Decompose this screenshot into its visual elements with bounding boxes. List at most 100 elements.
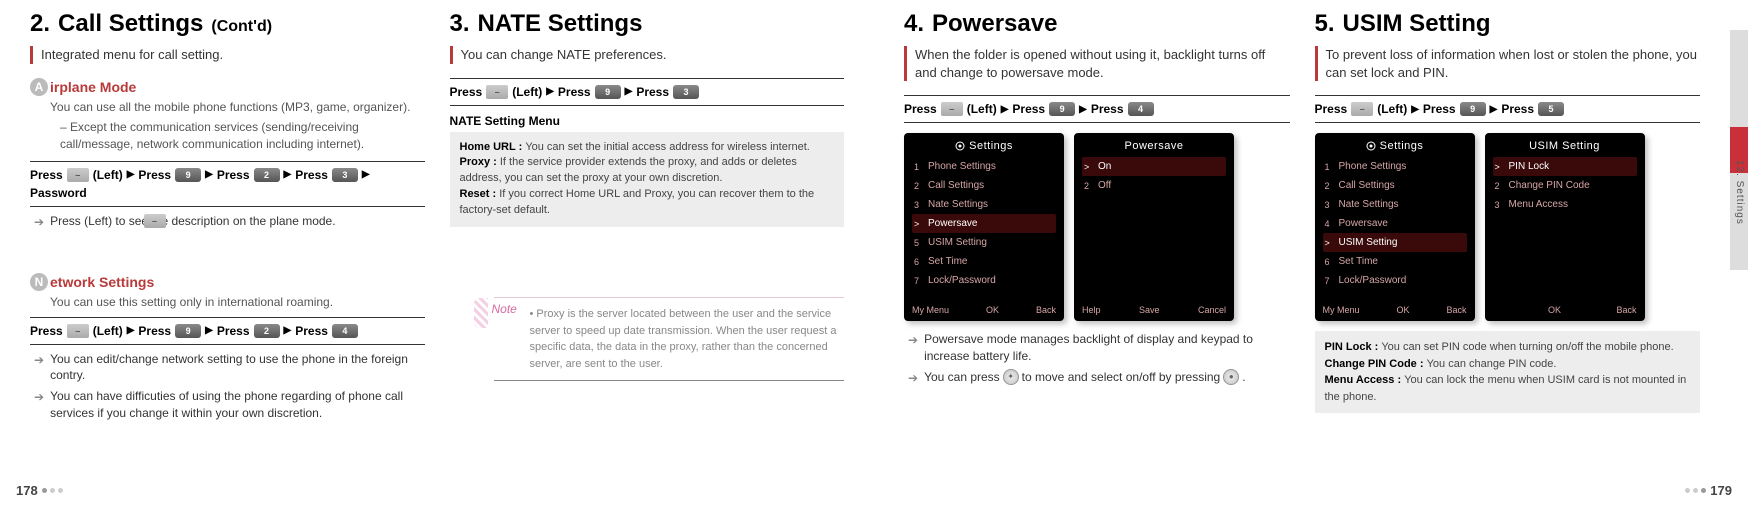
soft-key-icon: – — [67, 168, 89, 182]
phone-screen-powersave: Powersave >On2Off HelpSaveCancel — [1074, 133, 1234, 321]
press-label: Press — [217, 168, 250, 182]
key-9-icon: 9 — [175, 168, 201, 182]
network-bullet-1: ➔ You can edit/change network setting to… — [34, 351, 425, 385]
arrow-icon: ▶ — [205, 169, 213, 180]
key-5-icon: 5 — [1538, 102, 1564, 116]
press-label: Press — [1091, 102, 1124, 116]
network-press-line: Press – (Left) ▶ Press 9 ▶ Press 2 ▶ Pre… — [30, 324, 425, 338]
press-label: Press — [1501, 102, 1534, 116]
divider — [30, 206, 425, 207]
screen-list: >On2Off — [1074, 157, 1234, 299]
bullet-arrow-icon: ➔ — [908, 370, 918, 387]
usim-press-line: Press – (Left) ▶ Press 9 ▶ Press 5 — [1315, 102, 1701, 116]
airplane-press-line: Press – (Left) ▶ Press 9 ▶ Press 2 ▶ Pre… — [30, 168, 425, 200]
left-label: (Left) — [93, 168, 123, 182]
section-2-num: 2. — [30, 10, 50, 38]
page-number-left: 178 — [16, 483, 63, 498]
nav-key-icon: ● — [1223, 369, 1239, 385]
screen-list: 1Phone Settings2Call Settings3Nate Setti… — [1315, 157, 1475, 299]
note-block: Note • Proxy is the server located betwe… — [494, 297, 845, 381]
section-usim-setting: 5. USIM Setting To prevent loss of infor… — [1315, 10, 1719, 413]
press-label: Press — [1423, 102, 1456, 116]
arrow-icon: ▶ — [284, 169, 292, 180]
network-bullet-1-text: You can edit/change network setting to u… — [50, 351, 424, 385]
page-num-text: 178 — [16, 483, 38, 498]
network-badge: N — [30, 273, 48, 291]
soft-key-icon: – — [67, 324, 89, 338]
arrow-icon: ▶ — [1079, 104, 1087, 115]
airplane-mode-title: A irplane Mode — [30, 78, 425, 96]
screen-list-item: 2Call Settings — [912, 176, 1056, 195]
airplane-title-text: irplane Mode — [50, 79, 136, 95]
divider — [904, 122, 1290, 123]
arrow-icon: ▶ — [284, 325, 292, 336]
powersave-bullet-2: ➔ You can press ✦ to move and select on/… — [908, 369, 1290, 387]
note-text: • Proxy is the server located between th… — [500, 306, 839, 372]
screen-title: Settings — [1315, 137, 1475, 155]
page-number-right: 179 — [1685, 483, 1732, 498]
note-tab-icon — [474, 298, 488, 328]
phone-screen-usim: USIM Setting >PIN Lock2Change PIN Code3M… — [1485, 133, 1645, 321]
section-5-name: USIM Setting — [1343, 10, 1491, 38]
home-url-desc: You can set the initial access address f… — [525, 141, 810, 153]
screen-list-item: >PIN Lock — [1493, 157, 1637, 176]
network-settings-title: N etwork Settings — [30, 273, 425, 291]
press-label: Press — [138, 324, 171, 338]
key-3-icon: 3 — [673, 85, 699, 99]
home-url-label: Home URL : — [460, 141, 523, 153]
screen-title: USIM Setting — [1485, 137, 1645, 155]
side-tab — [1730, 30, 1748, 270]
section-4-name: Powersave — [932, 10, 1057, 38]
softkey-center: OK — [986, 305, 999, 315]
soft-key-icon: – — [486, 85, 508, 99]
screen-list-item: 2Off — [1082, 176, 1226, 195]
softkey-right: Back — [1616, 305, 1636, 315]
network-bullet-2-text: You can have difficuties of using the ph… — [50, 388, 424, 422]
left-label: (Left) — [512, 85, 542, 99]
arrow-icon: ▶ — [205, 325, 213, 336]
section-5-title: 5. USIM Setting — [1315, 10, 1701, 38]
key-3-icon: 3 — [332, 168, 358, 182]
arrow-icon: ▶ — [1411, 104, 1419, 115]
softkey-left: My Menu — [1323, 305, 1360, 315]
reset-desc: If you correct Home URL and Proxy, you c… — [460, 188, 815, 216]
menu-access-label: Menu Access : — [1325, 374, 1402, 386]
screen-list-item: 1Phone Settings — [1323, 157, 1467, 176]
section-powersave: 4. Powersave When the folder is opened w… — [904, 10, 1290, 413]
divider — [450, 78, 845, 79]
phone-screen-settings: Settings 1Phone Settings2Call Settings3N… — [904, 133, 1064, 321]
arrow-icon: ▶ — [625, 86, 633, 97]
bullet-arrow-icon: ➔ — [34, 389, 44, 406]
key-4-icon: 4 — [1128, 102, 1154, 116]
network-bullet-2: ➔ You can have difficuties of using the … — [34, 388, 425, 422]
nav-key-icon: ✦ — [1003, 369, 1019, 385]
page-left: 2. Call Settings (Cont'd) Integrated men… — [0, 0, 874, 510]
screen-list-item: 3Menu Access — [1493, 195, 1637, 214]
screen-list-item: 6Set Time — [1323, 252, 1467, 271]
section-3-name: NATE Settings — [478, 10, 643, 38]
screen-list-item: >USIM Setting — [1323, 233, 1467, 252]
section-3-num: 3. — [450, 10, 470, 38]
nate-info-box: Home URL : You can set the initial acces… — [450, 132, 845, 228]
section-4-num: 4. — [904, 10, 924, 38]
section-2-name: Call Settings — [58, 10, 203, 38]
screen-list-item: 3Nate Settings — [1323, 195, 1467, 214]
press-label: Press — [450, 85, 483, 99]
screen-list-item: 6Set Time — [912, 252, 1056, 271]
bullet-arrow-icon: ➔ — [34, 214, 44, 231]
airplane-bullet-text: Press (Left) to see the description on t… — [50, 213, 336, 230]
arrow-icon: ▶ — [127, 325, 135, 336]
phone-screen-settings: Settings 1Phone Settings2Call Settings3N… — [1315, 133, 1475, 321]
powersave-b2c: . — [1242, 369, 1245, 386]
nate-menu-head: NATE Setting Menu — [450, 114, 845, 128]
powersave-bullet-1-text: Powersave mode manages backlight of disp… — [924, 331, 1289, 365]
screen-list-item: >On — [1082, 157, 1226, 176]
airplane-bullet: ➔ Press (Left) to see the description on… — [34, 213, 425, 231]
section-2-contd: (Cont'd) — [211, 18, 272, 36]
screen-list-item: 3Nate Settings — [912, 195, 1056, 214]
softkey-right: Cancel — [1198, 305, 1226, 315]
note-label: Note — [488, 300, 521, 318]
section-3-title: 3. NATE Settings — [450, 10, 845, 38]
section-4-lead: When the folder is opened without using … — [904, 46, 1290, 81]
gear-icon — [1366, 141, 1376, 151]
